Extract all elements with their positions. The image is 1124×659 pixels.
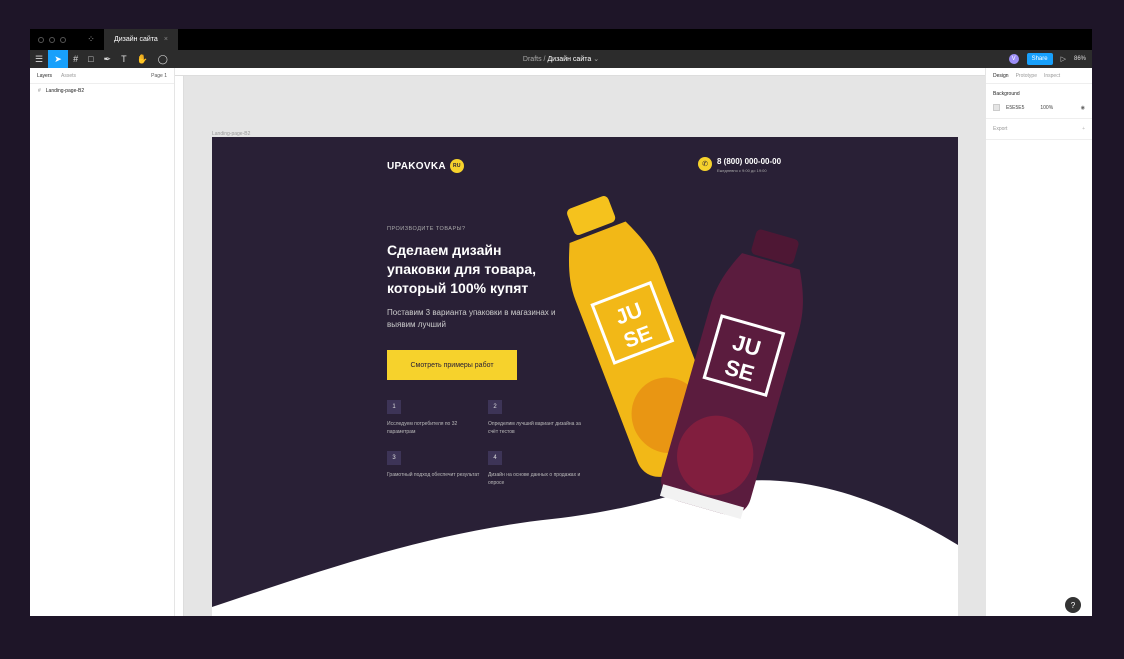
comment-tool-icon[interactable]: ◯ [153, 50, 173, 68]
feature-number: 3 [387, 451, 401, 465]
background-title: Background [993, 91, 1020, 97]
chevron-down-icon[interactable]: ⌄ [593, 56, 599, 63]
export-section: Export + [986, 119, 1092, 140]
phone-number[interactable]: 8 (800) 000-00-00 [717, 157, 781, 166]
phone-block: ✆ 8 (800) 000-00-00 Ежедневно с 9:00 до … [698, 157, 781, 173]
hero-headline: Сделаем дизайн упаковки для товара, кото… [387, 242, 537, 296]
feature-number: 1 [387, 400, 401, 414]
figma-logo-icon[interactable]: ⁘ [84, 34, 98, 45]
feature-item: 3 Грамотный подход обеспечит результат [387, 451, 482, 479]
pen-tool-icon[interactable]: ✒ [99, 50, 117, 68]
figma-window: ⁘ Дизайн сайта × ☰ ➤ # □ ✒ T ✋ ◯ Drafts … [30, 29, 1092, 616]
play-icon[interactable]: ▷ [1061, 55, 1066, 63]
feature-number: 2 [488, 400, 502, 414]
purple-bottle-image: JU SE [660, 229, 803, 519]
properties-panel: Design Prototype Inspect Background E5E5… [985, 68, 1092, 616]
hand-tool-icon[interactable]: ✋ [132, 50, 153, 68]
menu-icon[interactable]: ☰ [30, 50, 48, 68]
tab-inspect[interactable]: Inspect [1044, 73, 1060, 79]
file-tab[interactable]: Дизайн сайта × [104, 29, 178, 50]
tab-prototype[interactable]: Prototype [1016, 73, 1037, 79]
feature-item: 2 Определим лучший вариант дизайна за сч… [488, 400, 583, 436]
toolbar: ☰ ➤ # □ ✒ T ✋ ◯ Drafts / Дизайн сайта ⌄ … [30, 50, 1092, 68]
phone-icon: ✆ [698, 157, 712, 171]
toolbar-right: V Share ▷ 86% [1008, 50, 1086, 68]
feature-text: Грамотный подход обеспечит результат [387, 472, 480, 478]
export-label: Export [993, 126, 1008, 132]
feature-text: Исследуем потребителя по 32 параметрам [387, 421, 458, 435]
layer-item-label: Landing-page-B2 [45, 88, 85, 94]
tab-design[interactable]: Design [993, 73, 1009, 79]
feature-item: 1 Исследуем потребителя по 32 параметрам [387, 400, 482, 436]
background-section: Background E5E5E5 100% ◉ [986, 84, 1092, 119]
color-swatch[interactable] [993, 104, 1000, 111]
feature-text: Дизайн на основе данных о продажах и опр… [488, 472, 581, 486]
properties-tabs: Design Prototype Inspect [986, 68, 1092, 84]
avatar[interactable]: V [1008, 54, 1019, 64]
minimize-dot[interactable] [49, 36, 55, 43]
breadcrumb: Drafts / Дизайн сайта ⌄ [523, 55, 599, 63]
move-tool-icon[interactable]: ➤ [48, 50, 69, 68]
close-tab-icon[interactable]: × [164, 36, 168, 43]
tab-assets[interactable]: Assets [61, 73, 76, 79]
frame-layer-icon: # [38, 88, 41, 94]
text-tool-icon[interactable]: T [116, 50, 132, 68]
frame-tool-icon[interactable]: # [68, 50, 83, 68]
page-selector[interactable]: Page 1 [151, 73, 167, 79]
ruler-top [175, 68, 985, 76]
site-logo[interactable]: UPAKOVKA RU [387, 159, 464, 173]
tab-layers[interactable]: Layers [37, 73, 52, 79]
working-hours: Ежедневно с 9:00 до 19:00 [717, 168, 767, 173]
layers-panel-tabs: Layers Assets Page 1 [30, 68, 174, 84]
eye-icon[interactable]: ◉ [1081, 105, 1085, 111]
breadcrumb-separator: / [543, 56, 546, 63]
zoom-dropdown[interactable]: 86% [1074, 56, 1086, 62]
breadcrumb-current[interactable]: Дизайн сайта [547, 56, 591, 63]
title-bar: ⁘ Дизайн сайта × [30, 29, 1092, 50]
canvas[interactable]: Landing-page-B2 JU SE JU SE UPAKOVKA RU … [175, 68, 985, 616]
feature-number: 4 [488, 451, 502, 465]
layer-item[interactable]: # Landing-page-B2 [30, 84, 174, 98]
breadcrumb-parent[interactable]: Drafts [523, 56, 542, 63]
eyebrow-text: ПРОИЗВОДИТЕ ТОВАРЫ? [387, 226, 466, 232]
logo-badge: RU [449, 159, 464, 173]
landing-frame[interactable]: JU SE JU SE UPAKOVKA RU ✆ 8 (800) 000-00… [212, 137, 958, 616]
background-fill-row: E5E5E5 100% ◉ [993, 104, 1085, 111]
hero-subtitle: Поставим 3 варианта упаковки в магазинах… [387, 308, 556, 329]
ruler-left [175, 76, 184, 616]
maximize-dot[interactable] [60, 36, 66, 43]
feature-text: Определим лучший вариант дизайна за счёт… [488, 421, 581, 435]
logo-text: UPAKOVKA [387, 160, 446, 172]
window-controls [38, 36, 66, 43]
feature-item: 4 Дизайн на основе данных о продажах и о… [488, 451, 583, 487]
background-opacity-value[interactable]: 100% [1040, 105, 1053, 111]
layers-panel: Layers Assets Page 1 # Landing-page-B2 [30, 68, 175, 616]
share-button[interactable]: Share [1026, 53, 1053, 65]
cta-button[interactable]: Смотреть примеры работ [387, 350, 517, 380]
help-button[interactable]: ? [1065, 597, 1081, 613]
file-tab-label: Дизайн сайта [114, 36, 158, 43]
shape-tool-icon[interactable]: □ [83, 50, 98, 68]
close-dot[interactable] [38, 36, 44, 43]
background-color-value[interactable]: E5E5E5 [1006, 105, 1024, 111]
add-export-icon[interactable]: + [1082, 126, 1085, 132]
